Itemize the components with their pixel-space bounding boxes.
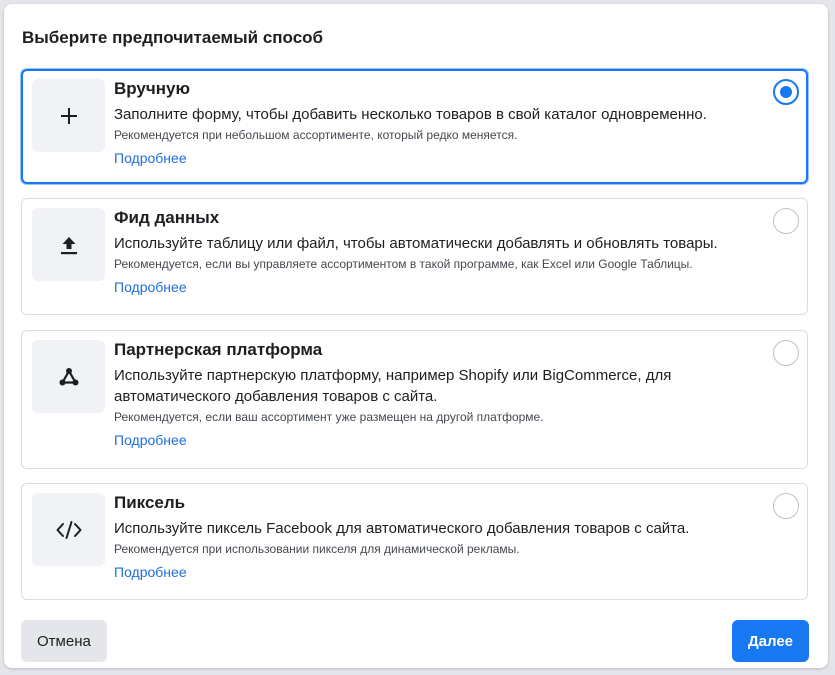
method-selection-dialog: Выберите предпочитаемый способ Вручную З…: [4, 4, 828, 668]
option-partner-platform[interactable]: Партнерская платформа Используйте партне…: [21, 330, 808, 469]
option-body: Вручную Заполните форму, чтобы добавить …: [114, 78, 761, 168]
partner-platform-icon: [59, 367, 78, 385]
learn-more-link[interactable]: Подробнее: [114, 148, 187, 168]
learn-more-link[interactable]: Подробнее: [114, 562, 187, 582]
cancel-button[interactable]: Отмена: [21, 620, 107, 662]
option-description: Используйте партнерскую платформу, напри…: [114, 367, 672, 405]
radio-selected-dot: [780, 86, 792, 98]
code-icon: [56, 520, 81, 539]
option-recommendation: Рекомендуется, если ваш ассортимент уже …: [114, 410, 544, 424]
option-body: Фид данных Используйте таблицу или файл,…: [114, 207, 762, 297]
option-description: Заполните форму, чтобы добавить нескольк…: [114, 106, 707, 123]
option-recommendation: Рекомендуется, если вы управляете ассорт…: [114, 257, 693, 271]
option-title: Партнерская платформа: [114, 340, 323, 359]
learn-more-link[interactable]: Подробнее: [114, 277, 187, 297]
dialog-title: Выберите предпочитаемый способ: [22, 28, 324, 47]
option-icon-box: [32, 79, 105, 152]
upload-icon: [60, 236, 77, 254]
radio-pixel[interactable]: [773, 493, 799, 519]
option-description: Используйте пиксель Facebook для автомат…: [114, 520, 690, 537]
radio-manual[interactable]: [773, 79, 799, 105]
option-title: Вручную: [114, 79, 191, 98]
next-button[interactable]: Далее: [731, 620, 809, 662]
option-data-feed[interactable]: Фид данных Используйте таблицу или файл,…: [21, 198, 808, 315]
learn-more-link[interactable]: Подробнее: [114, 430, 187, 450]
option-body: Пиксель Используйте пиксель Facebook для…: [114, 492, 762, 582]
option-body: Партнерская платформа Используйте партне…: [114, 339, 762, 450]
option-icon-box: [32, 493, 105, 566]
option-description: Используйте таблицу или файл, чтобы авто…: [114, 235, 718, 252]
option-title: Фид данных: [114, 208, 220, 227]
option-icon-box: [32, 340, 105, 413]
option-recommendation: Рекомендуется при небольшом ассортименте…: [114, 128, 518, 142]
plus-icon: [60, 107, 77, 124]
option-pixel[interactable]: Пиксель Используйте пиксель Facebook для…: [21, 483, 808, 600]
radio-partner-platform[interactable]: [773, 340, 799, 366]
option-recommendation: Рекомендуется при использовании пикселя …: [114, 542, 520, 556]
option-icon-box: [32, 208, 105, 281]
radio-data-feed[interactable]: [773, 208, 799, 234]
option-title: Пиксель: [114, 493, 186, 512]
option-manual[interactable]: Вручную Заполните форму, чтобы добавить …: [21, 69, 808, 184]
